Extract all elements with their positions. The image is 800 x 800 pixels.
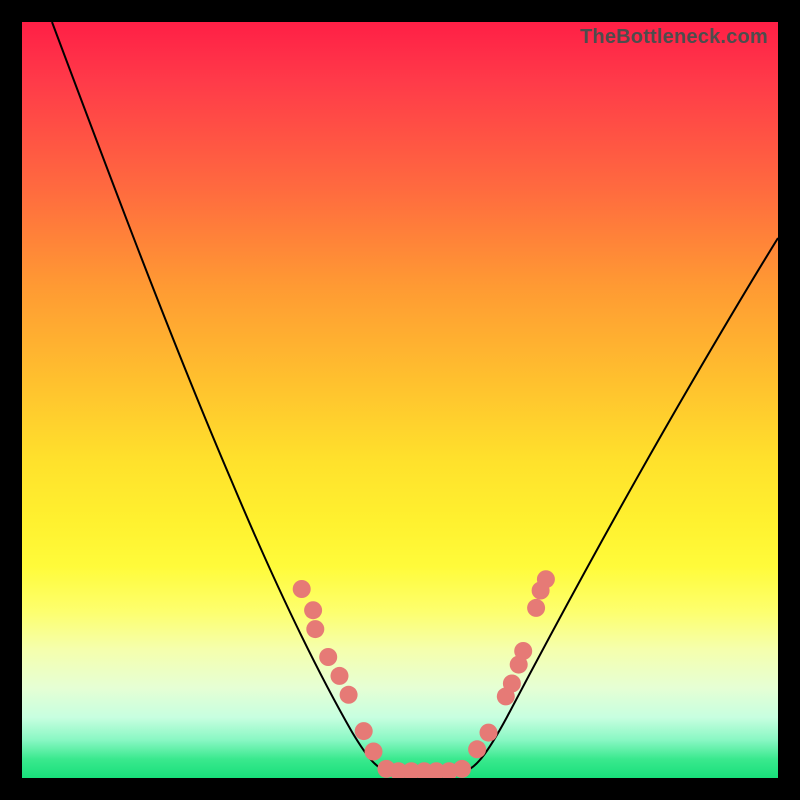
curve-marker [306, 620, 324, 638]
curve-marker [537, 570, 555, 588]
curve-markers [293, 570, 555, 778]
curve-marker [304, 601, 322, 619]
curve-marker [468, 740, 486, 758]
chart-overlay [22, 22, 778, 778]
curve-marker [527, 599, 545, 617]
bottleneck-curve [52, 22, 778, 772]
curve-marker [503, 675, 521, 693]
curve-marker [365, 743, 383, 761]
curve-marker [480, 724, 498, 742]
curve-marker [293, 580, 311, 598]
curve-marker [340, 686, 358, 704]
curve-marker [355, 722, 373, 740]
curve-marker [453, 760, 471, 778]
chart-plot-area: TheBottleneck.com [22, 22, 778, 778]
curve-marker [331, 667, 349, 685]
curve-marker [514, 642, 532, 660]
curve-marker [319, 648, 337, 666]
